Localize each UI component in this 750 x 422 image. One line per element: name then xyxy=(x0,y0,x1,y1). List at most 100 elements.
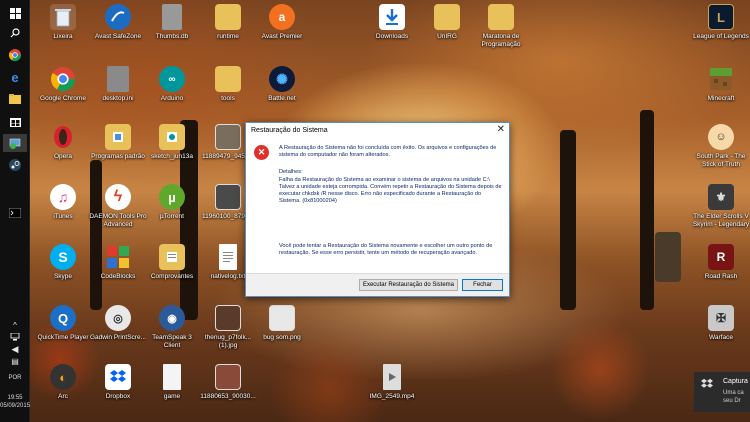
desktop-icon-gadwin[interactable]: ◎ Gadwin PrintScre... xyxy=(89,305,147,342)
desktop-icon-avast-premier[interactable]: a Avast Premier xyxy=(253,4,311,41)
system-restore-icon[interactable] xyxy=(3,134,27,152)
desktop-icon-label: Downloads xyxy=(375,33,409,40)
desktop-icon-img-2549[interactable]: IMG_2549.mp4 xyxy=(363,364,421,401)
desktop-icon-thumbs-db[interactable]: Thumbs.db xyxy=(143,4,201,41)
folder-icon xyxy=(159,244,185,270)
desktop-icon-avast-safezone[interactable]: Avast SafeZone xyxy=(89,4,147,41)
desktop-icon-unirg[interactable]: UnIRG xyxy=(418,4,476,41)
desktop-icon-thenug[interactable]: thenug_p7folk... (1).jpg xyxy=(199,305,257,349)
desktop-icon-arc[interactable]: ◐ Arc xyxy=(34,364,92,401)
action-center-icon[interactable]: ▤ xyxy=(3,352,27,370)
minecraft-icon xyxy=(708,66,734,92)
desktop-icon-tools[interactable]: tools xyxy=(199,66,257,103)
video-file-icon xyxy=(383,364,401,390)
dropbox-icon xyxy=(700,378,714,392)
desktop-icon-label: The Elder Scrolls V Skyrim - Legendary xyxy=(692,213,750,228)
file-icon xyxy=(107,66,129,92)
run-system-restore-button[interactable]: Executar Restauração do Sistema xyxy=(359,279,458,291)
desktop-icon-game[interactable]: game xyxy=(143,364,201,401)
photo-icon xyxy=(269,305,295,331)
desktop-icon-desktop-ini[interactable]: desktop.ini xyxy=(89,66,147,103)
notification-toast[interactable]: Captura Uma ca seu Dr xyxy=(694,372,750,412)
skype-icon: S xyxy=(50,244,76,270)
chrome-icon[interactable] xyxy=(3,46,27,64)
desktop-icon-arduino[interactable]: ∞ Arduino xyxy=(143,66,201,103)
file-icon xyxy=(163,364,181,390)
desktop-icon-label: TeamSpeak 3 Client xyxy=(152,334,192,349)
desktop-icon-label: Warface xyxy=(709,334,733,341)
arduino-icon: ∞ xyxy=(159,66,185,92)
wallpaper-lamp-post xyxy=(655,232,681,282)
file-icon xyxy=(162,4,182,30)
gadwin-icon: ◎ xyxy=(105,305,131,331)
desktop-icon-league-of-legends[interactable]: L League of Legends xyxy=(692,4,750,41)
folder-icon xyxy=(434,4,460,30)
teamspeak-icon: ◉ xyxy=(159,305,185,331)
desktop-icon-utorrent[interactable]: µ µTorrent xyxy=(143,184,201,221)
desktop-icon-runtime[interactable]: runtime xyxy=(199,4,257,41)
desktop-icon-minecraft[interactable]: Minecraft xyxy=(692,66,750,103)
details-heading: Detalhes: xyxy=(279,169,303,175)
desktop-icon-label: Gadwin PrintScre... xyxy=(90,334,146,341)
desktop-icon-sketch[interactable]: sketch_jun13a xyxy=(143,124,201,161)
desktop-icon-label: bug som.png xyxy=(263,334,301,341)
wallpaper-tree xyxy=(640,110,654,310)
desktop-icon-codeblocks[interactable]: CodeBlocks xyxy=(89,244,147,281)
desktop-icon-label: Programas padrão xyxy=(91,153,145,160)
dialog-footer: Executar Restauração do Sistema Fechar xyxy=(246,273,509,296)
desktop-icon-label: Opera xyxy=(53,153,73,160)
desktop-icon-programas-padrao[interactable]: Programas padrão xyxy=(89,124,147,161)
itunes-icon: ♫ xyxy=(50,184,76,210)
desktop-icon-label: Lixeira xyxy=(53,33,73,40)
notification-title: Captura xyxy=(723,378,748,385)
desktop-icon-lixeira[interactable]: Lixeira xyxy=(34,4,92,41)
clock-date[interactable]: 05/09/2015 xyxy=(0,402,30,410)
windows-start-icon[interactable] xyxy=(3,4,27,22)
road-rash-icon: R xyxy=(708,244,734,270)
store-icon[interactable] xyxy=(3,112,27,130)
desktop-icon-label: UnIRG xyxy=(437,33,457,40)
close-icon[interactable]: ✕ xyxy=(497,124,505,135)
desktop-icon-teamspeak[interactable]: ◉ TeamSpeak 3 Client xyxy=(143,305,201,349)
desktop-icon-elder-scrolls[interactable]: ⚜ The Elder Scrolls V Skyrim - Legendary xyxy=(692,184,750,228)
quicktime-icon: Q xyxy=(50,305,76,331)
desktop-icon-warface[interactable]: ✠ Warface xyxy=(692,305,750,342)
desktop-icon-bug-som[interactable]: bug som.png xyxy=(253,305,311,342)
chrome-icon xyxy=(50,66,76,92)
cmd-icon[interactable] xyxy=(3,204,27,222)
notification-body: Uma ca seu Dr xyxy=(723,389,744,405)
codeblocks-icon xyxy=(105,244,131,270)
system-restore-dialog: Restauração do Sistema ✕ ✕ A Restauração… xyxy=(245,122,510,297)
desktop-icon-comprovantes[interactable]: Comprovantes xyxy=(143,244,201,281)
warface-icon: ✠ xyxy=(708,305,734,331)
desktop-icon-quicktime[interactable]: Q QuickTime Player xyxy=(34,305,92,342)
desktop-icon-label: Google Chrome xyxy=(40,95,86,102)
daemon-tools-icon: ϟ xyxy=(105,184,131,210)
desktop-icon-11880653[interactable]: 11880653_90030... xyxy=(199,364,257,401)
desktop-icon-road-rash[interactable]: R Road Rash xyxy=(692,244,750,281)
desktop-icon-dropbox[interactable]: Dropbox xyxy=(89,364,147,401)
taskbar: e ^ ◀ ▤ POR 19:55 05/09/2015 xyxy=(0,0,30,422)
desktop-icon-battlenet[interactable]: ✺ Battle.net xyxy=(253,66,311,103)
file-explorer-icon[interactable] xyxy=(3,90,27,108)
desktop-icon-opera[interactable]: Opera xyxy=(34,124,92,161)
folder-icon xyxy=(488,4,514,30)
edge-icon[interactable]: e xyxy=(3,68,27,86)
close-button[interactable]: Fechar xyxy=(462,279,503,291)
opera-icon xyxy=(50,124,76,150)
desktop-icon-label: League of Legends xyxy=(693,33,749,40)
desktop-icon-itunes[interactable]: ♫ iTunes xyxy=(34,184,92,221)
clock-time[interactable]: 19:55 xyxy=(0,394,30,402)
search-icon[interactable] xyxy=(3,24,27,42)
dialog-message: A Restauração do Sistema não foi concluí… xyxy=(279,145,497,158)
desktop-icon-skype[interactable]: S Skype xyxy=(34,244,92,281)
steam-icon[interactable] xyxy=(3,156,27,174)
desktop-icon-downloads[interactable]: Downloads xyxy=(363,4,421,41)
battlenet-icon: ✺ xyxy=(269,66,295,92)
desktop-icon-google-chrome[interactable]: Google Chrome xyxy=(34,66,92,103)
language-indicator[interactable]: POR xyxy=(0,374,30,382)
desktop-icon-south-park[interactable]: ☺ South Park - The Stick of Truth xyxy=(692,124,750,168)
desktop-icon-maratona[interactable]: Maratona de Programação xyxy=(472,4,530,48)
desktop-icon-label: Arc xyxy=(58,393,68,400)
desktop-icon-daemon-tools[interactable]: ϟ DAEMON Tools Pro Advanced xyxy=(89,184,147,228)
